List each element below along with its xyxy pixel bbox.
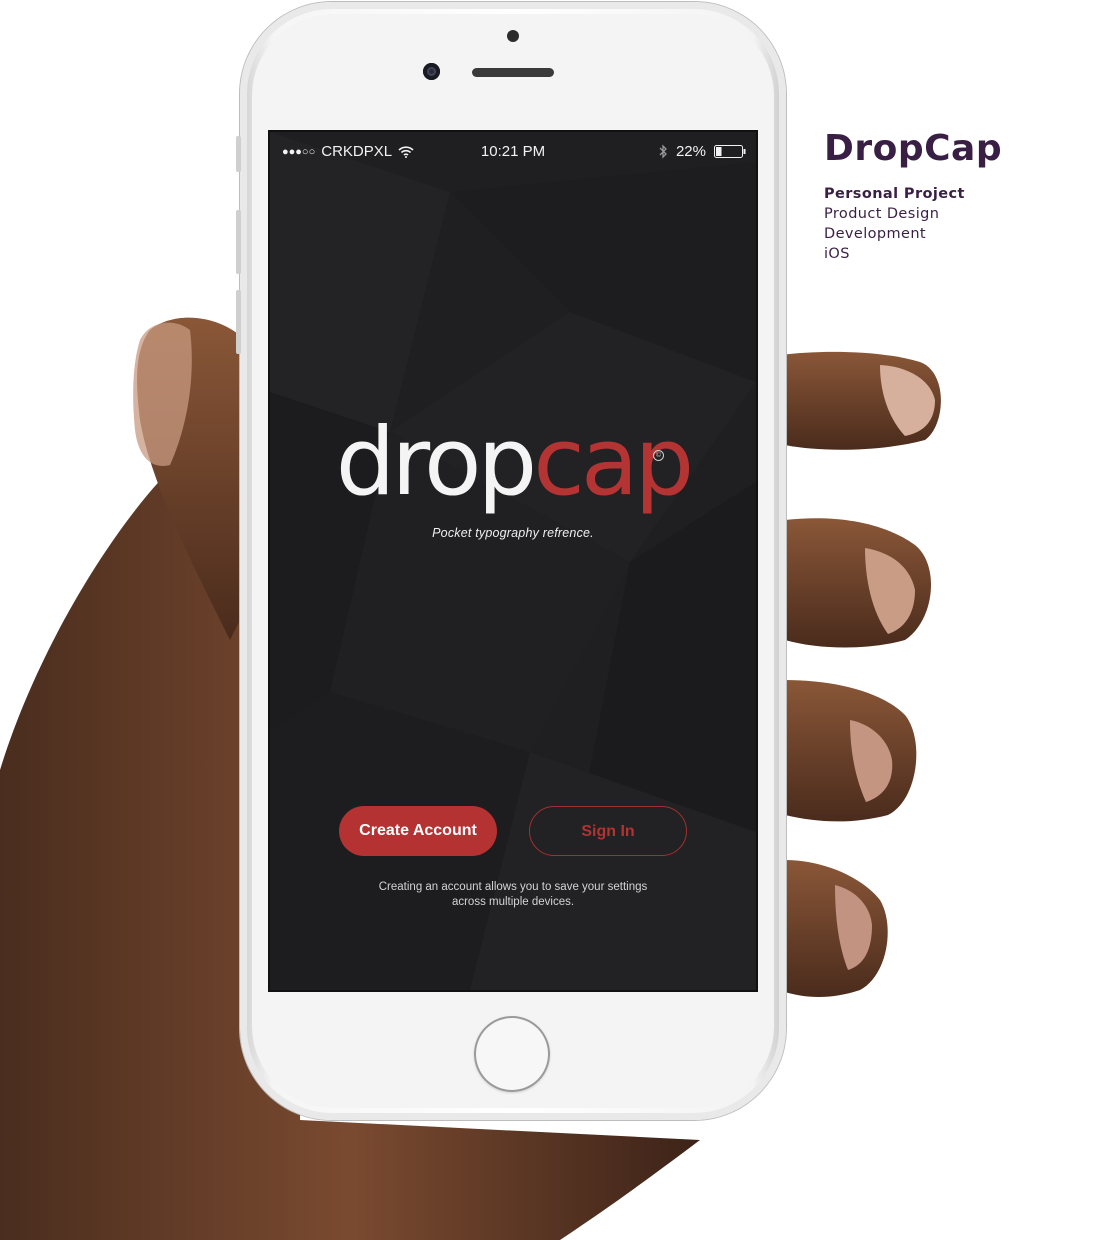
project-tag: Personal Project — [824, 186, 965, 202]
account-info-note: Creating an account allows you to save y… — [378, 881, 648, 908]
logo-text-cap: cap — [533, 408, 694, 517]
bluetooth-icon — [659, 144, 668, 159]
app-logo: dropcap — [270, 408, 756, 518]
project-tag: Development — [824, 226, 927, 242]
copyright-icon: © — [653, 450, 664, 461]
mute-switch[interactable] — [236, 136, 241, 172]
home-button[interactable] — [474, 1016, 550, 1092]
sign-in-button[interactable]: Sign In — [529, 806, 687, 856]
proximity-sensor — [507, 30, 519, 42]
create-account-button[interactable]: Create Account — [339, 806, 497, 856]
volume-up-button[interactable] — [236, 210, 241, 274]
project-tag: Product Design — [824, 206, 940, 222]
project-info: DropCap Personal Project Product Design … — [824, 126, 1104, 264]
volume-down-button[interactable] — [236, 290, 241, 354]
background-pattern — [270, 132, 756, 990]
front-camera — [423, 63, 440, 80]
project-title: DropCap — [824, 128, 1003, 169]
logo-text-drop: drop — [335, 408, 537, 517]
project-tag: iOS — [824, 246, 850, 262]
earpiece-speaker — [472, 68, 554, 77]
project-tags: Personal Project Product Design Developm… — [824, 184, 1104, 264]
app-screen: ●●●○○ CRKDPXL 10:21 PM 22% dropcap © Poc… — [270, 132, 756, 990]
status-bar: ●●●○○ CRKDPXL 10:21 PM 22% — [270, 132, 756, 172]
app-tagline: Pocket typography refrence. — [432, 526, 594, 540]
battery-icon — [714, 145, 746, 158]
battery-percentage: 22% — [675, 143, 706, 160]
